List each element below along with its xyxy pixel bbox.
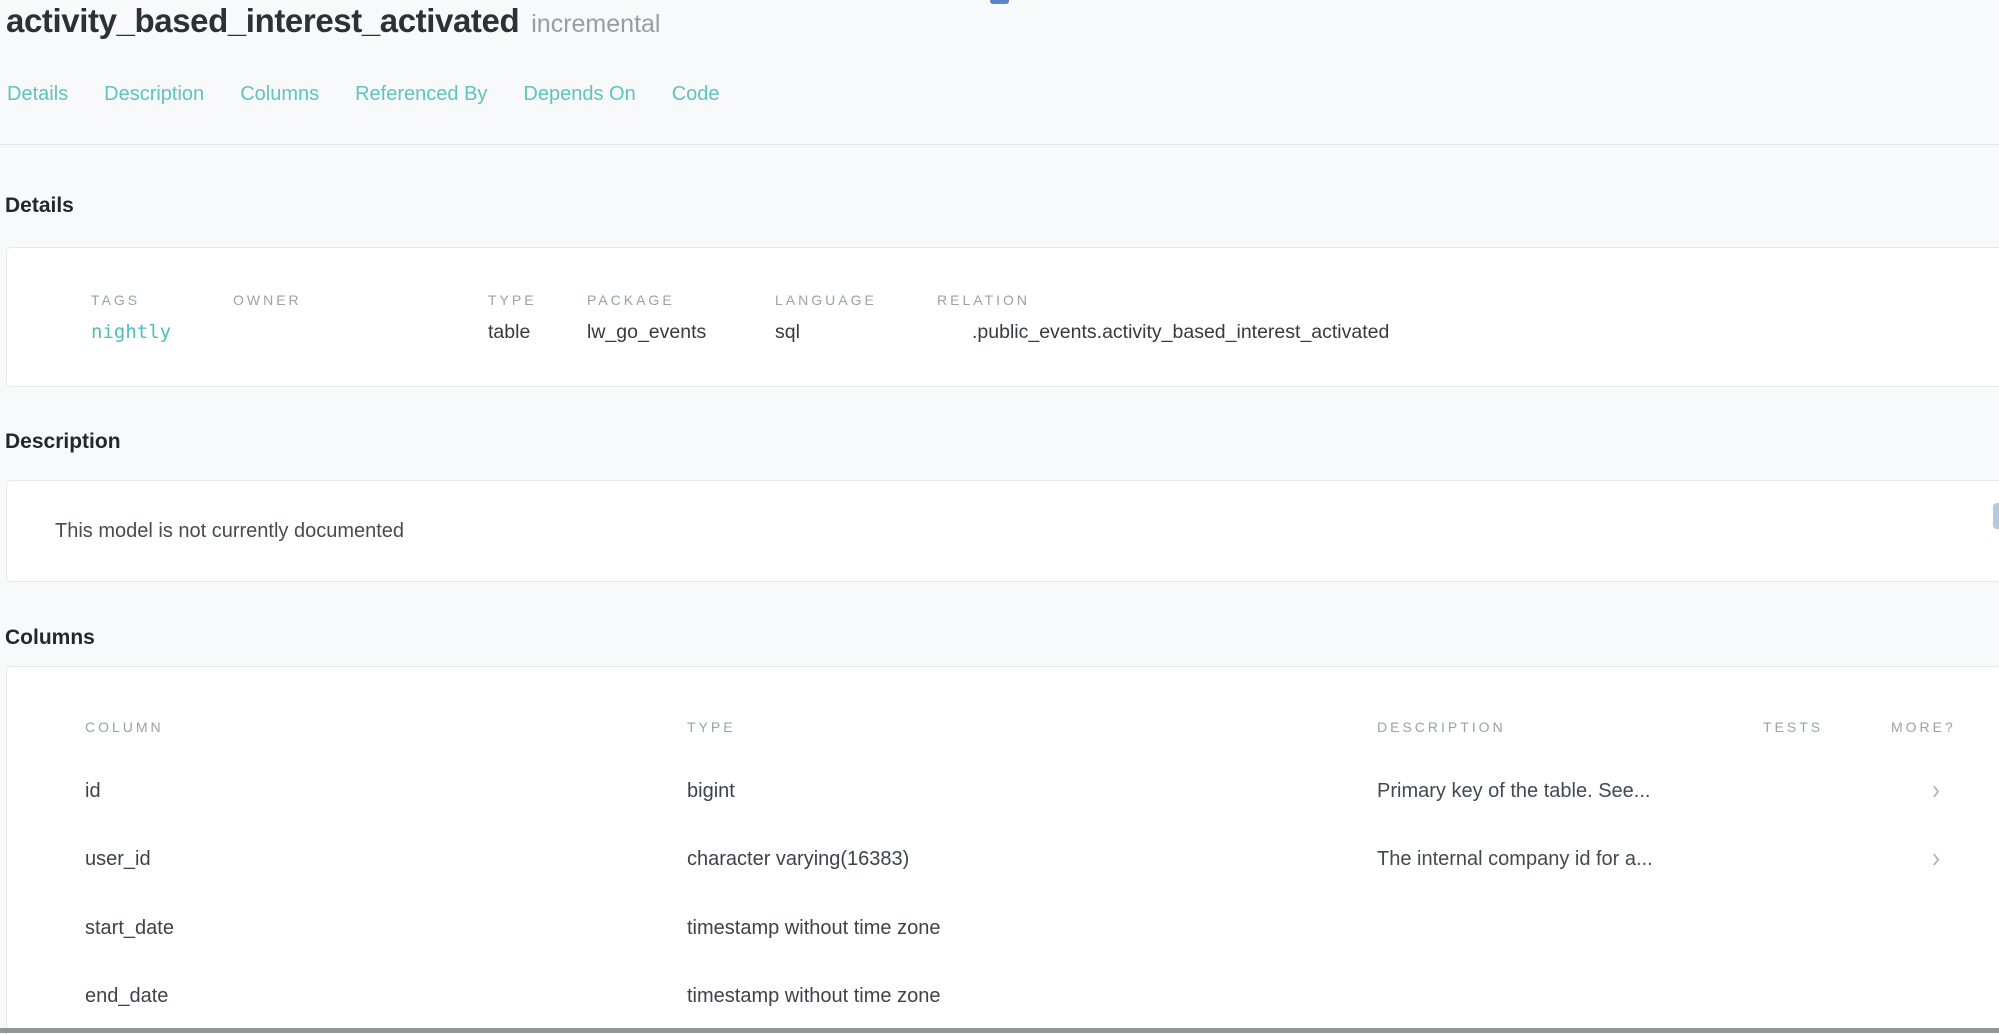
tab-description[interactable]: Description [104, 83, 204, 106]
description-card: This model is not currently documented [6, 480, 1999, 582]
tab-columns[interactable]: Columns [240, 83, 319, 106]
header-divider [0, 144, 1999, 145]
detail-field-language: LANGUAGE sql [775, 292, 877, 344]
column-header-column: COLUMN [85, 719, 687, 735]
materialization-badge: incremental [531, 10, 660, 38]
description-section-heading: Description [5, 430, 121, 454]
tags-value[interactable]: nightly [91, 321, 171, 343]
detail-field-owner: OWNER [233, 292, 302, 321]
relation-label: RELATION [937, 292, 1389, 308]
table-row[interactable]: start_date timestamp without time zone [7, 894, 1999, 963]
chevron-right-icon: › [1932, 777, 1940, 805]
column-header-type: TYPE [687, 719, 1377, 735]
column-header-description: DESCRIPTION [1377, 719, 1763, 735]
expand-row-button[interactable] [1891, 917, 1981, 940]
column-description-cell: Primary key of the table. See... [1377, 780, 1763, 803]
expand-row-button[interactable]: › [1891, 779, 1981, 804]
page-title: activity_based_interest_activated [6, 2, 519, 39]
package-value: lw_go_events [587, 321, 706, 344]
type-value: table [488, 321, 537, 344]
columns-table-body: id bigint Primary key of the table. See.… [7, 757, 1999, 1031]
column-name-cell: user_id [85, 848, 687, 871]
table-row[interactable]: end_date timestamp without time zone [7, 963, 1999, 1032]
details-card: TAGS nightly OWNER TYPE table PACKAGE lw… [6, 247, 1999, 387]
detail-field-package: PACKAGE lw_go_events [587, 292, 706, 344]
table-row[interactable]: user_id character varying(16383) The int… [7, 826, 1999, 895]
title-row: activity_based_interest_activated increme… [6, 2, 660, 40]
tab-depends-on[interactable]: Depends On [523, 83, 635, 106]
column-type-cell: timestamp without time zone [687, 917, 1377, 940]
clipped-floating-widget[interactable] [1993, 503, 1999, 529]
columns-card: COLUMN TYPE DESCRIPTION TESTS MORE? id b… [6, 666, 1999, 1034]
column-type-cell: character varying(16383) [687, 848, 1377, 871]
details-section-heading: Details [5, 194, 74, 218]
expand-row-button[interactable]: › [1891, 847, 1981, 872]
tags-label: TAGS [91, 292, 171, 308]
package-label: PACKAGE [587, 292, 706, 308]
detail-field-type: TYPE table [488, 292, 537, 344]
section-tabs: Details Description Columns Referenced B… [7, 83, 720, 106]
column-header-tests: TESTS [1763, 719, 1891, 735]
columns-section-heading: Columns [5, 626, 95, 650]
column-name-cell: start_date [85, 917, 687, 940]
column-description-cell: The internal company id for a... [1377, 848, 1763, 871]
detail-field-tags: TAGS nightly [91, 292, 171, 343]
description-text: This model is not currently documented [7, 520, 404, 543]
detail-field-relation: RELATION .public_events.activity_based_i… [937, 292, 1389, 344]
relation-value: .public_events.activity_based_interest_a… [937, 321, 1389, 344]
chevron-right-icon: › [1932, 845, 1940, 873]
tab-referenced-by[interactable]: Referenced By [355, 83, 487, 106]
expand-row-button[interactable] [1891, 985, 1981, 1008]
tab-details[interactable]: Details [7, 83, 68, 106]
column-type-cell: timestamp without time zone [687, 985, 1377, 1008]
owner-label: OWNER [233, 292, 302, 308]
window-bottom-edge [0, 1028, 1999, 1033]
clipped-element-fragment [990, 0, 1009, 4]
column-type-cell: bigint [687, 780, 1377, 803]
language-value: sql [775, 321, 877, 344]
type-label: TYPE [488, 292, 537, 308]
columns-table-header: COLUMN TYPE DESCRIPTION TESTS MORE? [7, 719, 1999, 735]
column-name-cell: id [85, 780, 687, 803]
table-row[interactable]: id bigint Primary key of the table. See.… [7, 757, 1999, 826]
column-header-more: MORE? [1891, 719, 1981, 735]
language-label: LANGUAGE [775, 292, 877, 308]
tab-code[interactable]: Code [672, 83, 720, 106]
column-name-cell: end_date [85, 985, 687, 1008]
